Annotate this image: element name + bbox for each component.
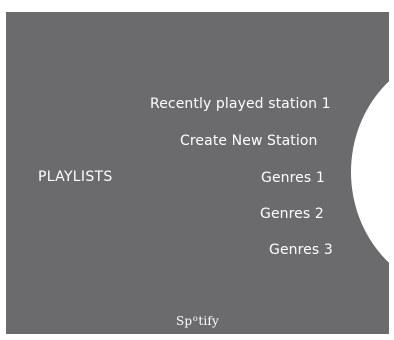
spotify-screen: PLAYLISTS Recently played station 1 Crea… xyxy=(6,12,389,334)
menu-item-genres-2[interactable]: Genres 2 xyxy=(260,205,324,223)
menu-item-genres-1[interactable]: Genres 1 xyxy=(261,169,325,187)
logo-suffix: tify xyxy=(198,314,220,328)
logo-prefix: Sp xyxy=(176,314,193,328)
menu-item-genres-3[interactable]: Genres 3 xyxy=(269,241,333,259)
menu-item-recently-played-station-1[interactable]: Recently played station 1 xyxy=(150,95,331,113)
rotary-knob[interactable] xyxy=(351,52,389,292)
menu-item-create-new-station[interactable]: Create New Station xyxy=(180,132,318,150)
spotify-logo: Spotify xyxy=(176,314,219,328)
logo-o: o xyxy=(192,314,198,323)
playlists-label[interactable]: PLAYLISTS xyxy=(38,168,113,186)
